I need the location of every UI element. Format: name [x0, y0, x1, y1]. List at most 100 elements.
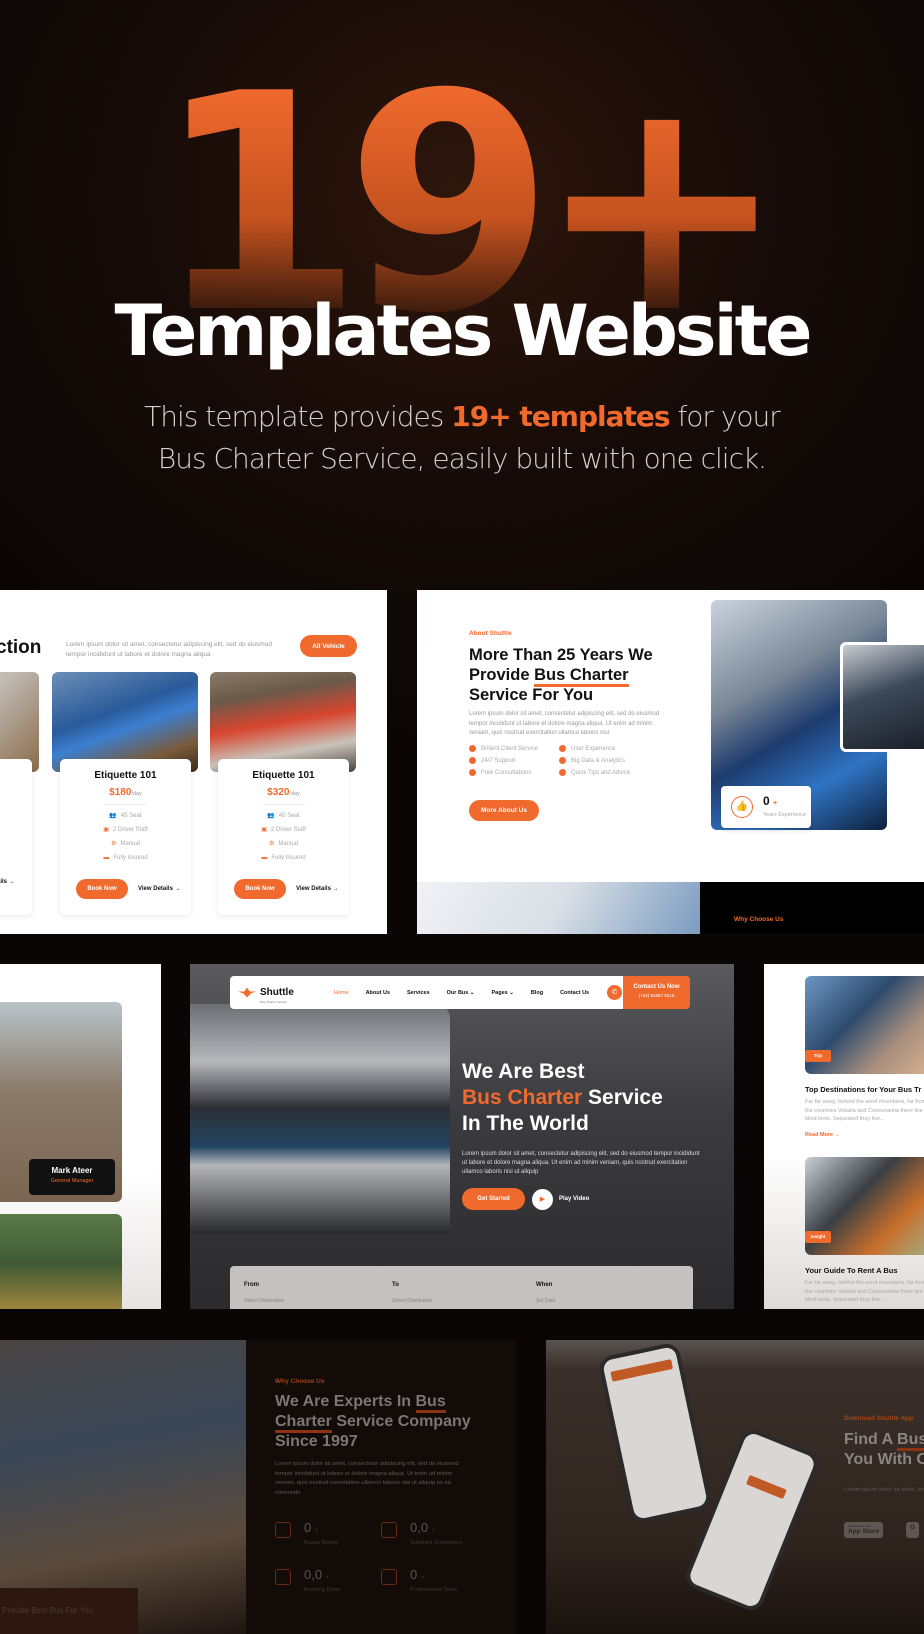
divider [104, 804, 147, 805]
phone-icon: ✆ [607, 985, 622, 1000]
hero-title: Templates Website [114, 290, 812, 372]
app-description: Lorem ipsum dolor sit amet, tempor incid… [844, 1487, 924, 1493]
booking-form: From Select Destination To Select Destinat… [230, 1266, 693, 1309]
view-details-link[interactable]: ails → [0, 879, 15, 885]
fleet-preview: ction Lorem ipsum dolor sit amet, consec… [0, 590, 387, 934]
book-now-button[interactable]: Book Now [76, 879, 128, 899]
view-details-link[interactable]: View Details → [138, 886, 181, 892]
homepage-preview: Shuttle Bus Charter Service Home About Us… [190, 964, 734, 1309]
blog-tag: Insight [805, 1231, 831, 1243]
traveler-photo [417, 882, 700, 934]
stat-bookings: 0,0 + Booking Done [275, 1567, 370, 1609]
feature-item: Brilient Client Service [469, 745, 559, 752]
why-title: We Are Experts In Bus Charter Service Co… [275, 1393, 471, 1450]
blog-image: Trip [805, 976, 924, 1074]
spec-transmission: ⚙ Manual [268, 841, 299, 847]
experience-label: Years Experience [763, 812, 806, 818]
stat-customers: 0,0 + Satisfied Customers [381, 1520, 476, 1562]
spec-insurance: ▬ Fully Insured [103, 855, 148, 861]
view-details-link[interactable]: View Details → [296, 886, 339, 892]
price-value: $320 [267, 787, 290, 798]
from-field[interactable]: From Select Destination [244, 1282, 284, 1304]
nav-about[interactable]: About Us [366, 990, 390, 996]
hero-subtitle: This template provides 19+ templates for… [0, 396, 924, 480]
stat-buses: 0 + Buses Ready [275, 1520, 370, 1562]
nav-pages[interactable]: Pages ⌄ [492, 990, 514, 996]
spec-staff: ▣ 2 Driver Staff [103, 827, 148, 833]
subtitle-text-end: for your [669, 400, 780, 433]
title-highlight: Bus [897, 1431, 924, 1451]
vehicle-image [0, 672, 39, 772]
vehicle-price: $180/day [60, 787, 191, 798]
travelers-photo: Provide Best Bus For You [0, 1340, 246, 1634]
nav-services[interactable]: Services [407, 990, 430, 996]
spec-seats: 👥 45 Seat [109, 813, 142, 819]
check-icon [469, 769, 476, 776]
vehicle-card-body: Etiquette 101 $180/day 👥 45 Seat ▣ 2 Drive… [60, 759, 191, 915]
award-icon: 👍 [731, 796, 753, 818]
app-store-button[interactable]: Download on the App Store [844, 1522, 884, 1538]
vehicle-image [52, 672, 198, 772]
gears-icon: ⚙ [268, 841, 275, 847]
city-bus-photo [190, 1004, 450, 1234]
all-vehicle-button[interactable]: All Vehicle [300, 635, 357, 657]
member-role: General Manager [50, 1178, 94, 1184]
feature-item: Quick Tips and Advice [559, 769, 659, 776]
play-video-link[interactable]: Play Video [559, 1196, 589, 1202]
about-description: Lorem ipsum dolor sit amet, consectetur … [469, 711, 660, 736]
about-preview: About Shuttle More Than 25 Years We Prov… [417, 590, 924, 934]
play-icon[interactable]: ▶ [532, 1189, 553, 1210]
to-field[interactable]: To Select Destination [392, 1282, 432, 1304]
check-icon [469, 745, 476, 752]
play-store-button[interactable]: G [906, 1522, 920, 1538]
blog-title[interactable]: Top Destinations for Your Bus Tr [805, 1085, 921, 1094]
app-title: Find A Bus You With O [844, 1430, 924, 1470]
blog-excerpt: Far far away, behind the word mountains,… [805, 1280, 924, 1303]
award-icon [275, 1569, 291, 1585]
why-kicker: Why Choose Us [275, 1378, 325, 1385]
read-more-link[interactable]: Read More → [805, 1132, 840, 1138]
passenger-photo [840, 642, 924, 752]
price-unit: /day [131, 791, 142, 797]
fleet-description: Lorem ipsum dolor sit amet, consectetur … [66, 641, 272, 658]
when-field[interactable]: When Set Date [536, 1282, 555, 1304]
feature-list: Brilient Client Service User Experience … [469, 745, 669, 776]
blog-excerpt: Far far away, behind the word mountains,… [805, 1099, 924, 1122]
blog-preview: Trip Top Destinations for Your Bus Tr Fa… [764, 964, 924, 1309]
get-started-button[interactable]: Get Started [462, 1188, 525, 1210]
price-value: $180 [109, 787, 132, 798]
book-now-button[interactable]: Book Now [234, 879, 286, 899]
handshake-icon [381, 1522, 397, 1538]
vehicle-card-body: ails → [0, 759, 32, 915]
feature-item: Big Data & Analytics [559, 757, 659, 764]
contact-cta-button[interactable]: Contact Us Now (+62) 81587 6215 [623, 976, 690, 1009]
nav-our-bus[interactable]: Our Bus ⌄ [447, 990, 475, 996]
seats-icon: 👥 [109, 813, 117, 819]
blog-title[interactable]: Your Guide To Rent A Bus [805, 1266, 898, 1275]
vehicle-name: Etiquette 101 [94, 770, 157, 781]
check-icon [469, 757, 476, 764]
vehicle-name: Etiquette 101 [252, 770, 315, 781]
brand-logo[interactable]: Shuttle Bus Charter Service [238, 982, 294, 1004]
why-description: Lorem ipsum dolor sit amet, consectetur … [275, 1461, 459, 1496]
vehicle-card: Etiquette 101 $320/day 👥 45 Seat ▣ 2 Drive… [210, 672, 357, 922]
subtitle-line-2: Bus Charter Service, easily built with o… [157, 442, 767, 475]
why-kicker: Why Choose Us [734, 916, 784, 923]
logo-icon [238, 987, 256, 998]
phone-mockup-ticket [597, 1341, 713, 1525]
nav-home[interactable]: Home [334, 990, 349, 996]
blog-image: Insight [805, 1157, 924, 1255]
nav-contact[interactable]: Contact Us [560, 990, 589, 996]
nav-blog[interactable]: Blog [531, 990, 543, 996]
why-choose-preview: Why Choose Us We Are Experts In Bus Char… [246, 1340, 516, 1634]
experience-value: 0 [763, 794, 770, 808]
brand-name: Shuttle [260, 986, 294, 998]
vehicle-price: $320/day [218, 787, 349, 798]
team-member-badge: Mark Ateer General Manager [29, 1159, 115, 1195]
seats-icon: 👥 [267, 813, 275, 819]
title-highlight: Bus Charter [534, 666, 629, 687]
spec-insurance: ▬ Fully Insured [261, 855, 306, 861]
check-icon [559, 769, 566, 776]
more-about-button[interactable]: More About Us [469, 800, 539, 821]
vehicle-card-partial: ails → [0, 672, 40, 922]
